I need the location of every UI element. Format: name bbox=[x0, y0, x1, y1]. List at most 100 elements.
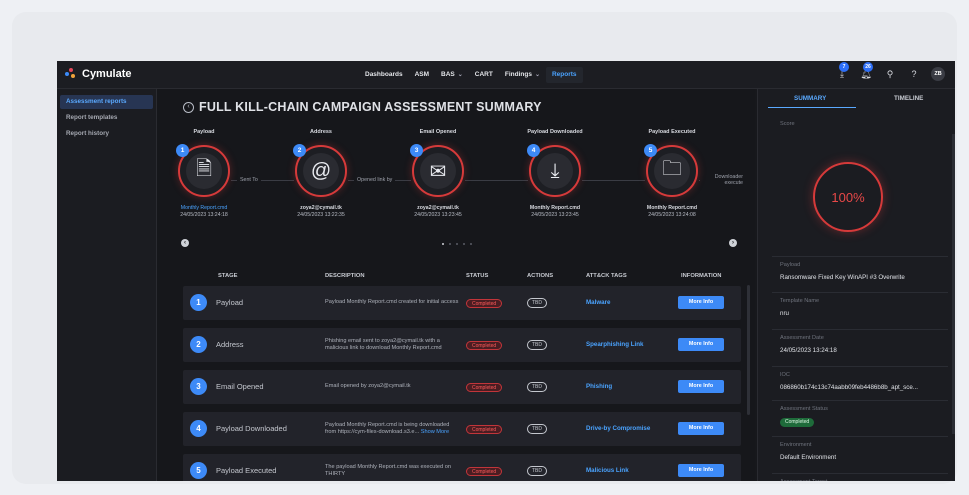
flow-stage-ring[interactable]: @2 bbox=[293, 144, 347, 197]
flow-stage-payload-downloaded: Payload Downloaded ⤓ 4 Monthly Report.cmd 24… bbox=[505, 129, 605, 218]
flow-stage-payload: Payload 🗎 1 Monthly Report.cmd 24/05/2023 13… bbox=[154, 129, 254, 218]
flow-stage-ring[interactable]: ⤓ 4 bbox=[527, 144, 581, 197]
nav-cart[interactable]: CART bbox=[469, 67, 499, 83]
score-label: Score bbox=[780, 121, 795, 127]
chevron-down-icon: ⌄ bbox=[457, 72, 463, 78]
carousel-prev-icon[interactable]: ‹ bbox=[181, 239, 189, 247]
table-row: 2 Address Phishing email sent to zoya2@cym… bbox=[183, 328, 741, 362]
more-info-button[interactable]: More Info bbox=[678, 422, 724, 435]
stage-number-badge: 3 bbox=[190, 378, 207, 395]
document-icon: 🗎 bbox=[186, 153, 222, 189]
attack-tag-link[interactable]: Malicious Link bbox=[586, 454, 629, 481]
status-badge: Completed bbox=[466, 425, 503, 434]
tab-timeline[interactable]: TIMELINE bbox=[894, 95, 923, 102]
more-info-button[interactable]: More Info bbox=[678, 296, 724, 309]
flow-stage-ring[interactable]: ✉ 3 bbox=[410, 144, 464, 197]
back-icon[interactable]: ‹ bbox=[183, 101, 194, 113]
flow-stage-address: Address @2 zoya2@cymail.tk 24/05/2023 13:22… bbox=[271, 129, 371, 218]
attack-tag-link[interactable]: Phishing bbox=[586, 370, 612, 404]
nav-label: CART bbox=[474, 71, 493, 78]
download-icon[interactable]: ⤓ 7 bbox=[835, 62, 849, 82]
field-value-assessment-date: 24/05/2023 13:24:18 bbox=[780, 347, 837, 354]
panel-divider bbox=[772, 436, 948, 437]
panel-divider bbox=[772, 366, 948, 367]
sidebar-item-report-templates[interactable]: Report templates bbox=[60, 111, 153, 125]
flow-stage-file: zoya2@cymail.tk bbox=[417, 205, 459, 211]
summary-panel: SUMMARY TIMELINE Score 100% Payload Ranso… bbox=[757, 89, 955, 481]
panel-divider bbox=[772, 256, 948, 257]
main-content: ‹ FULL KILL-CHAIN CAMPAIGN ASSESSMENT SU… bbox=[157, 89, 755, 481]
top-icons: ⤓ 7 🔔︎ 26 ⚲ ? ZB bbox=[835, 62, 945, 82]
panel-scrollbar[interactable] bbox=[952, 134, 955, 434]
flow-stage-payload-executed: Payload Executed 🗀 5 Monthly Report.cmd 24/0… bbox=[622, 129, 722, 218]
carousel-next-icon[interactable]: › bbox=[729, 239, 737, 247]
attack-tag-link[interactable]: Spearphishing Link bbox=[586, 328, 643, 362]
sidebar-item-assessment-reports[interactable]: Assessment reports bbox=[60, 95, 153, 109]
more-info-button[interactable]: More Info bbox=[678, 464, 724, 477]
nav-bas[interactable]: BAS ⌄ bbox=[435, 67, 469, 83]
show-more-link[interactable]: Show More bbox=[421, 429, 449, 435]
flow-stage-date: 24/05/2023 13:24:18 bbox=[180, 212, 228, 218]
flow-stage-ring[interactable]: 🗀 5 bbox=[644, 144, 698, 197]
field-label-assessment-date: Assessment Date bbox=[780, 335, 824, 341]
nav-dashboards[interactable]: Dashboards bbox=[359, 67, 409, 83]
main-nav: Dashboards ASM BAS ⌄ CART Findings ⌄ Reports bbox=[359, 61, 583, 89]
flow-stage-file[interactable]: Monthly Report.cmd bbox=[154, 205, 254, 211]
tab-summary[interactable]: SUMMARY bbox=[794, 95, 826, 102]
status-badge: Completed bbox=[780, 418, 815, 427]
action-pill[interactable]: TBD bbox=[527, 424, 547, 434]
download-badge: 7 bbox=[839, 62, 849, 72]
nav-label: ASM bbox=[414, 71, 430, 78]
app-logo[interactable]: Cymulate bbox=[65, 68, 132, 80]
top-bar: Cymulate Dashboards ASM BAS ⌄ CART Findings ⌄ R… bbox=[57, 61, 955, 89]
nav-label: BAS bbox=[441, 71, 455, 78]
avatar[interactable]: ZB bbox=[931, 67, 945, 81]
stage-description: Email opened by zoya2@cymail.tk bbox=[325, 370, 460, 404]
pin-icon[interactable]: ⚲ bbox=[883, 66, 897, 82]
active-tab-underline bbox=[768, 107, 856, 108]
stage-number-badge: 1 bbox=[190, 294, 207, 311]
flow-stage-ring[interactable]: 🗎 1 bbox=[176, 144, 230, 197]
sidebar-items: Assessment reports Report templates Report… bbox=[57, 95, 156, 141]
nav-asm[interactable]: ASM bbox=[409, 67, 435, 83]
table-scrollbar[interactable] bbox=[747, 285, 750, 415]
flow-stage-label: Payload Executed bbox=[648, 129, 696, 135]
stage-number-badge: 2 bbox=[293, 144, 306, 157]
status-badge: Completed bbox=[466, 467, 503, 476]
stage-number-badge: 4 bbox=[190, 420, 207, 437]
chevron-down-icon: ⌄ bbox=[534, 72, 540, 78]
attack-tag-link[interactable]: Drive-by Compromise bbox=[586, 412, 650, 446]
action-pill[interactable]: TBD bbox=[527, 298, 547, 308]
stage-name: Payload Executed bbox=[216, 466, 277, 475]
attack-tag-link[interactable]: Malware bbox=[586, 286, 610, 320]
column-header-att-ck-tags: ATT&CK TAGS bbox=[586, 273, 627, 279]
description-text: Phishing email sent to zoya2@cymail.tk w… bbox=[325, 337, 442, 351]
bell-icon[interactable]: 🔔︎ 26 bbox=[859, 62, 873, 82]
field-label-assessment-status: Assessment Status bbox=[780, 406, 828, 412]
sidebar-item-report-history[interactable]: Report history bbox=[60, 127, 153, 141]
help-icon[interactable]: ? bbox=[907, 66, 921, 82]
stage-name: Email Opened bbox=[216, 382, 264, 391]
table-row: 4 Payload Downloaded Payload Monthly Repor… bbox=[183, 412, 741, 446]
action-pill[interactable]: TBD bbox=[527, 466, 547, 476]
field-label-assessment-target: Assessment Target bbox=[780, 479, 827, 481]
column-header-stage: STAGE bbox=[218, 273, 238, 279]
more-info-button[interactable]: More Info bbox=[678, 338, 724, 351]
nav-findings[interactable]: Findings ⌄ bbox=[499, 67, 546, 83]
nav-label: Reports bbox=[551, 71, 577, 78]
action-pill[interactable]: TBD bbox=[527, 382, 547, 392]
column-header-information: INFORMATION bbox=[681, 273, 722, 279]
field-value-template-name: nru bbox=[780, 310, 789, 317]
table-row: 1 Payload Payload Monthly Report.cmd creat… bbox=[183, 286, 741, 320]
more-info-button[interactable]: More Info bbox=[678, 380, 724, 393]
flow-stage-label: Address bbox=[309, 129, 332, 135]
carousel-dots[interactable] bbox=[442, 243, 472, 245]
column-header-status: STATUS bbox=[466, 273, 489, 279]
field-label-payload: Payload bbox=[780, 262, 801, 268]
flow-stage-file: Monthly Report.cmd bbox=[529, 205, 581, 211]
page-header: ‹ FULL KILL-CHAIN CAMPAIGN ASSESSMENT SU… bbox=[183, 100, 542, 114]
nav-label: Findings bbox=[504, 71, 532, 78]
action-pill[interactable]: TBD bbox=[527, 340, 547, 350]
stage-number-badge: 1 bbox=[176, 144, 189, 157]
nav-reports[interactable]: Reports bbox=[545, 67, 583, 83]
